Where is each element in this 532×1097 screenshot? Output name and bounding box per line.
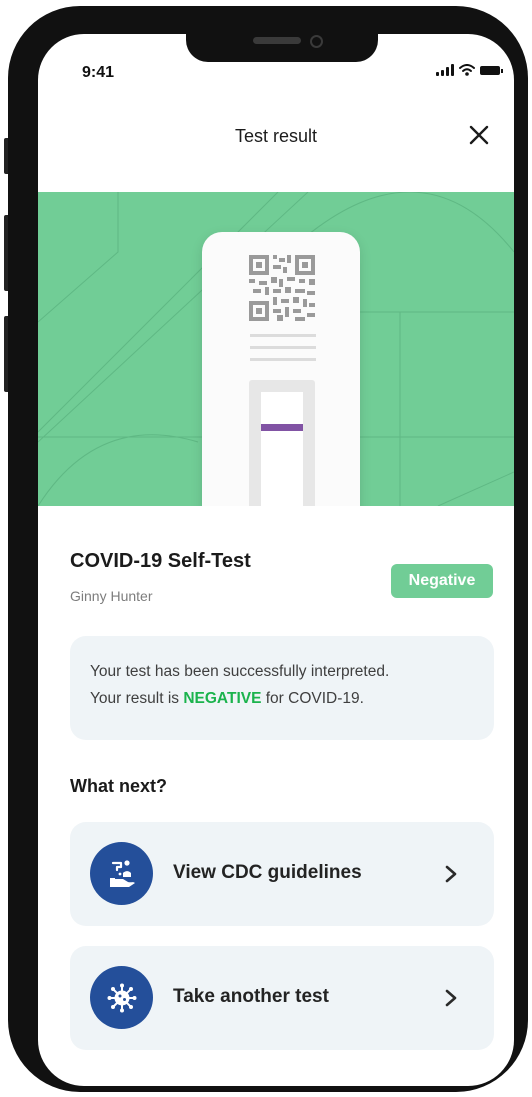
device-label-line <box>250 346 316 349</box>
page-title: Test result <box>234 126 318 146</box>
result-message-suffix: for COVID-19. <box>261 690 364 707</box>
result-highlight: NEGATIVE <box>183 690 262 707</box>
result-message-line1: Your test has been successfully interpre… <box>90 663 390 680</box>
chevron-right-icon <box>445 865 457 883</box>
phone-frame: 9:41 Test result COVID-19 Self-Test Ginn… <box>8 6 528 1092</box>
user-name: Ginny Hunter <box>70 588 153 604</box>
result-message: Your test has been successfully interpre… <box>90 658 485 712</box>
qr-code-icon <box>249 255 315 321</box>
status-icons <box>436 64 503 76</box>
close-button[interactable] <box>468 124 490 146</box>
view-cdc-guidelines-button[interactable]: View CDC guidelines <box>70 822 494 926</box>
battery-icon <box>480 65 503 75</box>
status-time: 9:41 <box>82 64 115 81</box>
signal-icon <box>436 64 454 76</box>
device-label-line <box>250 334 316 337</box>
result-message-prefix: Your result is <box>90 690 184 707</box>
wifi-icon <box>459 64 475 76</box>
result-window <box>249 380 315 506</box>
chevron-right-icon <box>445 989 457 1007</box>
control-line <box>261 424 303 431</box>
result-strip <box>261 392 303 506</box>
what-next-heading: What next? <box>70 776 167 796</box>
test-cassette <box>202 232 360 506</box>
phone-notch <box>186 34 378 62</box>
action-label: View CDC guidelines <box>173 862 362 883</box>
take-another-test-button[interactable]: Take another test <box>70 946 494 1050</box>
speaker-grille <box>253 37 301 44</box>
status-badge: Negative <box>391 564 493 598</box>
test-title: COVID-19 Self-Test <box>70 550 251 572</box>
close-icon[interactable] <box>468 124 490 146</box>
hero-illustration <box>38 192 514 506</box>
device-label-line <box>250 358 316 361</box>
app-screen: 9:41 Test result COVID-19 Self-Test Ginn… <box>38 34 514 1086</box>
hand-wash-icon <box>90 842 153 905</box>
virus-icon <box>90 966 153 1029</box>
front-camera <box>310 35 323 48</box>
action-label: Take another test <box>173 986 329 1007</box>
result-info-card: Your test has been successfully interpre… <box>70 636 494 740</box>
